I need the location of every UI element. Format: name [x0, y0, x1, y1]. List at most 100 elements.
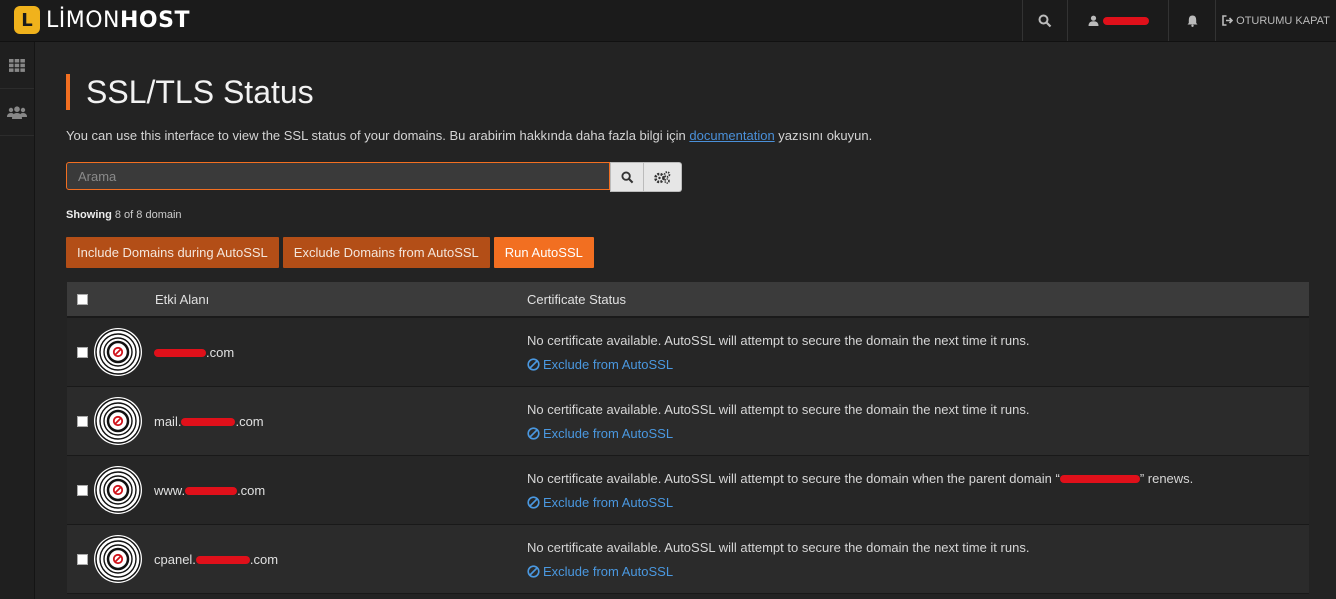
table-row: mail. .com No certificate available. Auto… [67, 387, 1309, 456]
domain-cell: www. .com [94, 466, 527, 514]
column-header-status[interactable]: Certificate Status [527, 292, 1309, 307]
domain-name: mail. .com [154, 414, 264, 429]
user-menu[interactable] [1067, 0, 1168, 41]
sidebar-item-users[interactable] [0, 89, 34, 136]
search-icon [1038, 14, 1052, 27]
exclude-from-autossl-link[interactable]: Exclude from AutoSSL [527, 564, 1309, 579]
domain-prefix: mail. [154, 413, 182, 429]
logo-suffix: HOST [120, 7, 190, 33]
users-icon [7, 105, 27, 119]
table-row: cpanel. .com No certificate available. Au… [67, 525, 1309, 594]
search-input[interactable] [66, 162, 610, 190]
documentation-link[interactable]: documentation [689, 128, 774, 143]
showing-count: Showing 8 of 8 domain [66, 209, 182, 221]
search-bar [66, 162, 682, 192]
grid-icon [9, 58, 25, 72]
logout-label: OTURUMU KAPAT [1236, 14, 1330, 27]
domain-redacted [154, 349, 206, 358]
parent-domain-redacted [1059, 475, 1140, 484]
row-checkbox[interactable] [76, 346, 88, 358]
exclude-link-label: Exclude from AutoSSL [543, 356, 674, 372]
page-title: SSL/TLS Status [86, 74, 314, 110]
status-text: No certificate available. AutoSSL will a… [527, 332, 1030, 348]
status-text: No certificate available. AutoSSL will a… [527, 470, 1060, 486]
certificate-status: No certificate available. AutoSSL will a… [527, 471, 1309, 486]
exclude-from-autossl-link[interactable]: Exclude from AutoSSL [527, 357, 1309, 372]
logo-text: LİMONHOST [46, 8, 190, 33]
certificate-status: No certificate available. AutoSSL will a… [527, 540, 1309, 555]
status-text: No certificate available. AutoSSL will a… [527, 539, 1030, 555]
page-description: You can use this interface to view the S… [66, 128, 872, 143]
bell-icon [1187, 15, 1197, 27]
search-settings-button[interactable] [644, 162, 682, 192]
sidebar-item-home[interactable] [0, 42, 34, 89]
domain-suffix: .com [237, 482, 266, 498]
row-checkbox[interactable] [76, 415, 88, 427]
select-all-checkbox[interactable] [76, 293, 88, 305]
logout-button[interactable]: OTURUMU KAPAT [1215, 0, 1336, 41]
page-title-wrap: SSL/TLS Status [66, 74, 314, 110]
row-checkbox-cell [67, 346, 97, 358]
status-cell: No certificate available. AutoSSL will a… [527, 402, 1309, 441]
domain-suffix: .com [206, 344, 235, 360]
include-domains-button[interactable]: Include Domains during AutoSSL [66, 237, 279, 268]
table-header: Etki Alanı Certificate Status [67, 282, 1309, 318]
ban-icon [527, 564, 540, 578]
table-row: www. .com No certificate available. AutoS… [67, 456, 1309, 525]
ban-icon [527, 357, 540, 371]
showing-text: 8 of 8 domain [111, 209, 182, 221]
row-checkbox-cell [67, 484, 97, 496]
logout-icon [1222, 15, 1234, 26]
top-nav: OTURUMU KAPAT [1022, 0, 1336, 41]
row-checkbox-cell [67, 415, 97, 427]
status-cell: No certificate available. AutoSSL will a… [527, 333, 1309, 372]
description-text: You can use this interface to view the S… [66, 128, 690, 143]
run-autossl-button[interactable]: Run AutoSSL [493, 237, 594, 268]
certificate-status: No certificate available. AutoSSL will a… [527, 333, 1309, 348]
table-row: .com No certificate available. AutoSSL w… [67, 318, 1309, 387]
ssl-seal-icon [94, 535, 142, 583]
exclude-link-label: Exclude from AutoSSL [543, 494, 674, 510]
domain-cell: cpanel. .com [94, 535, 527, 583]
column-header-domain[interactable]: Etki Alanı [97, 292, 527, 307]
ssl-seal-icon [94, 397, 142, 445]
domain-redacted [185, 487, 238, 496]
gears-icon [654, 170, 671, 184]
certificate-status: No certificate available. AutoSSL will a… [527, 402, 1309, 417]
search-icon [620, 170, 633, 183]
status-text-tail: ” renews. [1139, 470, 1194, 486]
row-checkbox-cell [67, 553, 97, 565]
domain-redacted [181, 418, 236, 427]
status-text: No certificate available. AutoSSL will a… [527, 401, 1030, 417]
username-redacted [1102, 16, 1149, 25]
domain-name: cpanel. .com [154, 552, 278, 567]
ban-icon [527, 495, 540, 509]
domain-redacted [195, 556, 250, 565]
domain-cell: mail. .com [94, 397, 527, 445]
ssl-seal-icon [94, 466, 142, 514]
logo-mark: L [14, 6, 40, 34]
exclude-domains-button[interactable]: Exclude Domains from AutoSSL [282, 237, 490, 268]
status-cell: No certificate available. AutoSSL will a… [527, 471, 1309, 510]
user-icon [1088, 15, 1098, 26]
domain-name: .com [154, 345, 234, 360]
logo[interactable]: L LİMONHOST [14, 5, 190, 35]
header-checkbox-cell [67, 293, 97, 305]
domain-prefix: cpanel. [154, 551, 196, 567]
row-checkbox[interactable] [76, 553, 88, 565]
domain-prefix: www. [154, 482, 186, 498]
exclude-from-autossl-link[interactable]: Exclude from AutoSSL [527, 495, 1309, 510]
showing-label: Showing [66, 209, 112, 221]
domains-table: Etki Alanı Certificate Status .com No ce… [67, 282, 1309, 594]
exclude-link-label: Exclude from AutoSSL [543, 425, 674, 441]
row-checkbox[interactable] [76, 484, 88, 496]
action-buttons: Include Domains during AutoSSL Exclude D… [66, 237, 594, 268]
domain-cell: .com [94, 328, 527, 376]
exclude-from-autossl-link[interactable]: Exclude from AutoSSL [527, 426, 1309, 441]
exclude-link-label: Exclude from AutoSSL [543, 563, 674, 579]
ssl-seal-icon [94, 328, 142, 376]
notifications-button[interactable] [1168, 0, 1215, 41]
search-button[interactable] [610, 162, 644, 192]
top-search-button[interactable] [1022, 0, 1067, 41]
logo-prefix: LİMON [46, 7, 120, 33]
